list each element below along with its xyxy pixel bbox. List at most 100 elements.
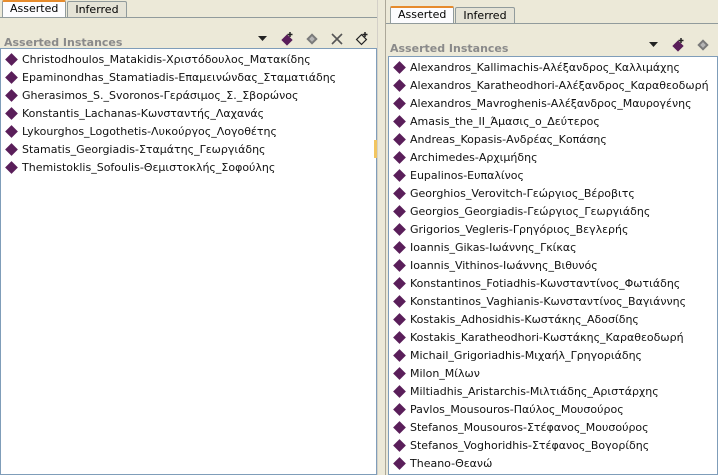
right-header: Asserted Instances [386,34,718,56]
splitter-grip[interactable] [374,140,377,158]
list-item[interactable]: Archimedes-Αρχιμήδης [389,148,717,166]
instance-diamond-icon [393,60,406,74]
instance-label: Alexandros_Karatheodhori-Αλέξανδρος_Καρα… [410,78,709,92]
instance-diamond-icon [393,240,406,254]
list-item[interactable]: Alexandros_Kallimachis-Αλέξανδρος_Καλλιμ… [389,58,717,76]
left-tab-divider [0,17,377,18]
instance-label: Michail_Grigoriadhis-Μιχαήλ_Γρηγοριάδης [410,348,642,362]
instance-label: Lykourghos_Logothetis-Λυκούργος_Λογοθέτη… [22,124,277,138]
list-item[interactable]: Ioannis_Vithinos-Ιωάννης_Βιθυνός [389,256,717,274]
list-item[interactable]: Miltiadhis_Aristarchis-Μιλτιάδης_Αριστάρ… [389,382,717,400]
list-item[interactable]: Konstantis_Lachanas-Κωνσταντής_Λαχανάς [1,104,376,122]
list-item[interactable]: Epaminondhas_Stamatiadis-Επαμεινώνδας_Στ… [1,68,376,86]
instance-label: Miltiadhis_Aristarchis-Μιλτιάδης_Αριστάρ… [410,384,659,398]
left-tab-asserted[interactable]: Asserted [2,0,67,18]
instance-diamond-icon [393,294,406,308]
instance-diamond-icon [393,114,406,128]
instance-label: Amasis_the_II_Άμασις_ο_Δεύτερος [410,114,600,128]
right-tab-inferred[interactable]: Inferred [455,7,515,24]
right-tab-asserted[interactable]: Asserted [390,6,455,24]
list-item[interactable]: Stamatis_Georgiadis-Σταμάτης_Γεωργιάδης [1,140,376,158]
instance-diamond-icon [393,78,406,92]
instance-diamond-icon [5,106,18,120]
instance-label: Alexandros_Mavroghenis-Αλέξανδρος_Μαυρογ… [410,96,692,110]
dropdown-arrow-icon[interactable] [251,29,273,49]
list-item[interactable]: Georghios_Verovitch-Γεώργιος_Βέροβιτς [389,184,717,202]
list-item[interactable]: Eupalinos-Ευπαλίνος [389,166,717,184]
left-header-title: Asserted Instances [4,35,123,49]
instance-label: Epaminondhas_Stamatiadis-Επαμεινώνδας_Στ… [22,70,337,84]
instance-diamond-icon [5,52,18,66]
list-item[interactable]: Georgios_Georgiadis-Γεώργιος_Γεωργιάδης [389,202,717,220]
instance-diamond-icon [393,438,406,452]
list-item[interactable]: Pavlos_Mousouros-Παύλος_Μουσούρος [389,400,717,418]
right-instance-list[interactable]: Alexandros_Kallimachis-Αλέξανδρος_Καλλιμ… [388,56,718,475]
instance-diamond-icon [393,384,406,398]
instance-label: Themistoklis_Sofoulis-Θεμιστοκλής_Σοφούλ… [22,160,276,174]
instance-diamond-icon [5,124,18,138]
create-instance-icon[interactable] [351,29,373,49]
list-item[interactable]: Lykourghos_Logothetis-Λυκούργος_Λογοθέτη… [1,122,376,140]
instance-label: Georghios_Verovitch-Γεώργιος_Βέροβιτς [410,186,635,200]
list-item[interactable]: Grigorios_Vegleris-Γρηγόριος_Βεγλερής [389,220,717,238]
list-item[interactable]: Stefanos_Voghoridhis-Στέφανος_Βογορίδης [389,436,717,454]
instance-label: Stamatis_Georgiadis-Σταμάτης_Γεωργιάδης [22,142,266,156]
copy-instance-icon[interactable] [301,29,323,49]
list-item[interactable]: Kostakis_Adhosidhis-Κωστάκης_Αδοσίδης [389,310,717,328]
list-item[interactable]: Alexandros_Karatheodhori-Αλέξανδρος_Καρα… [389,76,717,94]
instance-diamond-icon [393,420,406,434]
panel-splitter[interactable] [374,0,386,475]
instance-label: Konstantis_Lachanas-Κωνσταντής_Λαχανάς [22,106,265,120]
instance-diamond-icon [393,456,406,470]
instance-label: Milon_Μίλων [410,366,480,380]
instance-diamond-icon [393,204,406,218]
list-item[interactable]: Konstantinos_Fotiadhis-Κωνσταντίνος_Φωτι… [389,274,717,292]
list-item[interactable]: Kostakis_Karatheodhori-Κωστάκης_Καραθεοδ… [389,328,717,346]
list-item[interactable]: Amasis_the_II_Άμασις_ο_Δεύτερος [389,112,717,130]
left-tab-inferred[interactable]: Inferred [67,1,127,18]
instance-label: Konstantinos_Vaghianis-Κωνσταντίνος_Βαγι… [410,294,687,308]
right-tab-divider [386,23,718,24]
list-item[interactable]: Themistoklis_Sofoulis-Θεμιστοκλής_Σοφούλ… [1,158,376,176]
instance-label: Ioannis_Gikas-Ιωάννης_Γκίκας [410,240,577,254]
instance-diamond-icon [393,276,406,290]
instance-label: Georgios_Georgiadis-Γεώργιος_Γεωργιάδης [410,204,651,218]
instance-diamond-icon [393,366,406,380]
list-item[interactable]: Gherasimos_S._Svoronos-Γεράσιμος_Σ._Σβορ… [1,86,376,104]
right-toolbar [642,35,718,55]
instance-label: Eupalinos-Ευπαλίνος [410,168,524,182]
instance-diamond-icon [393,186,406,200]
left-instance-list[interactable]: Christodhoulos_Matakidis-Χριστόδουλος_Μα… [0,48,377,475]
list-item[interactable]: Alexandros_Mavroghenis-Αλέξανδρος_Μαυρογ… [389,94,717,112]
instance-label: Grigorios_Vegleris-Γρηγόριος_Βεγλερής [410,222,629,236]
instance-label: Alexandros_Kallimachis-Αλέξανδρος_Καλλιμ… [410,60,680,74]
dropdown-arrow-icon[interactable] [642,35,664,55]
instance-label: Archimedes-Αρχιμήδης [410,150,538,164]
instance-diamond-icon [393,168,406,182]
instance-diamond-icon [393,258,406,272]
list-item[interactable]: Stefanos_Mousouros-Στέφανος_Μουσούρος [389,418,717,436]
right-instances-panel: Asserted Inferred Asserted Instances Ale… [386,0,718,475]
instance-diamond-icon [5,88,18,102]
right-header-title: Asserted Instances [390,41,509,55]
list-item[interactable]: Theano-Θεανώ [389,454,717,472]
instance-label: Kostakis_Karatheodhori-Κωστάκης_Καραθεοδ… [410,330,684,344]
list-item[interactable]: Konstantinos_Vaghianis-Κωνσταντίνος_Βαγι… [389,292,717,310]
instance-diamond-icon [393,330,406,344]
add-instance-icon[interactable] [276,29,298,49]
list-item[interactable]: Andreas_Kopasis-Ανδρέας_Κοπάσης [389,130,717,148]
instance-label: Ioannis_Vithinos-Ιωάννης_Βιθυνός [410,258,598,272]
add-instance-icon[interactable] [667,35,689,55]
copy-instance-icon[interactable] [692,35,714,55]
list-item[interactable]: Michail_Grigoriadhis-Μιχαήλ_Γρηγοριάδης [389,346,717,364]
left-toolbar [251,29,377,49]
list-item[interactable]: Christodhoulos_Matakidis-Χριστόδουλος_Μα… [1,50,376,68]
instance-diamond-icon [393,150,406,164]
delete-instance-icon[interactable] [326,29,348,49]
instance-diamond-icon [5,160,18,174]
list-item[interactable]: Milon_Μίλων [389,364,717,382]
instance-label: Konstantinos_Fotiadhis-Κωνσταντίνος_Φωτι… [410,276,681,290]
instance-diamond-icon [393,222,406,236]
list-item[interactable]: Ioannis_Gikas-Ιωάννης_Γκίκας [389,238,717,256]
instance-label: Kostakis_Adhosidhis-Κωστάκης_Αδοσίδης [410,312,639,326]
